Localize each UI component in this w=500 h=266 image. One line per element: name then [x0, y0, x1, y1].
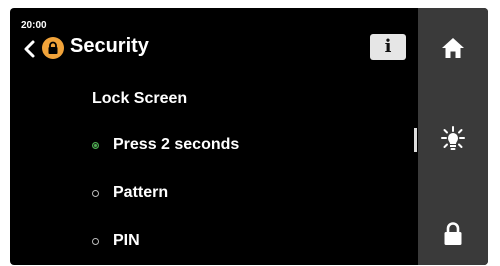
radio-unselected-icon: [92, 237, 99, 245]
light-bulb-icon: [441, 126, 465, 150]
scroll-indicator[interactable]: [414, 128, 417, 152]
sidebar: [418, 8, 488, 265]
security-badge: [42, 37, 64, 59]
back-button[interactable]: [19, 37, 41, 61]
chevron-left-icon: [24, 40, 35, 58]
option-label: PIN: [113, 232, 140, 249]
option-press-2-seconds[interactable]: Press 2 seconds: [90, 133, 239, 157]
home-button[interactable]: [418, 20, 488, 76]
radio-selected-icon: [92, 141, 99, 149]
option-pattern[interactable]: Pattern: [90, 181, 168, 205]
home-icon: [442, 38, 464, 58]
option-label: Pattern: [113, 184, 169, 201]
option-pin[interactable]: PIN: [90, 229, 140, 253]
info-icon: i: [384, 36, 392, 57]
lock-screen-label: Lock Screen: [92, 90, 188, 107]
lock-button[interactable]: [418, 206, 488, 262]
option-label: Press 2 seconds: [113, 136, 240, 153]
info-button[interactable]: i: [370, 34, 406, 60]
device-screen: 20:00 Security i Lock Screen Press 2 sec…: [10, 8, 488, 265]
lock-icon: [444, 222, 462, 245]
lock-icon: [48, 41, 58, 54]
page-title: Security: [70, 35, 149, 57]
status-time: 20:00: [21, 20, 47, 31]
light-button[interactable]: [418, 112, 488, 168]
radio-unselected-icon: [92, 189, 99, 197]
